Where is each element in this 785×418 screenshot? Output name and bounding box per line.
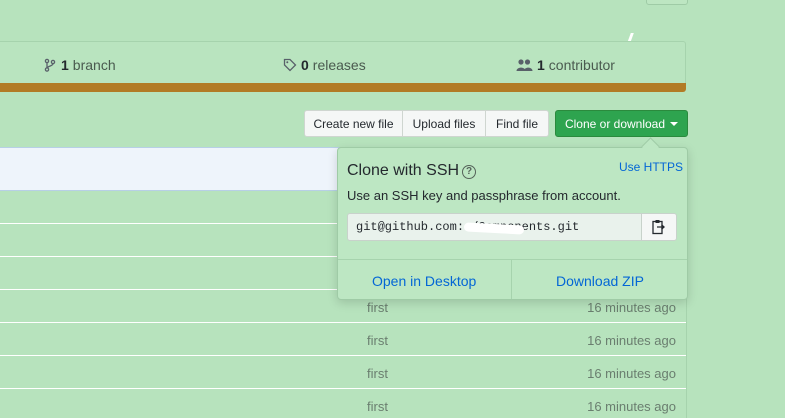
- copy-to-clipboard-button[interactable]: [641, 213, 677, 241]
- clone-description: Use an SSH key and passphrase from accou…: [347, 188, 621, 203]
- releases-stat[interactable]: 0 releases: [283, 57, 366, 73]
- open-in-desktop-link[interactable]: Open in Desktop: [372, 273, 476, 289]
- question-icon[interactable]: ?: [462, 165, 476, 179]
- branches-label: branch: [72, 57, 116, 73]
- tag-icon: [283, 58, 297, 72]
- commit-message[interactable]: first: [367, 300, 388, 315]
- repo-stats-bar: 1 branch 0 releases 1 contributor: [0, 41, 686, 84]
- clone-popover-title: Clone with SSH: [347, 162, 460, 179]
- branches-stat[interactable]: 1 branch: [43, 57, 116, 73]
- contributors-stat[interactable]: 1 contributor: [516, 57, 615, 73]
- clone-or-download-button[interactable]: Clone or download: [555, 110, 688, 137]
- use-https-link[interactable]: Use HTTPS: [619, 160, 683, 174]
- branches-count: 1: [61, 57, 69, 73]
- commit-message[interactable]: first: [367, 333, 388, 348]
- commit-header: [0, 147, 340, 191]
- popover-vertical-divider: [511, 260, 512, 299]
- find-file-button[interactable]: Find file: [485, 110, 549, 137]
- commit-age: 16 minutes ago: [587, 366, 676, 381]
- contributors-label: contributor: [548, 57, 615, 73]
- popover-divider: [338, 259, 687, 260]
- contributors-count: 1: [537, 57, 545, 73]
- branch-icon: [44, 58, 56, 72]
- people-icon: [516, 59, 533, 71]
- row-divider: [0, 322, 687, 323]
- partial-header-button[interactable]: [646, 0, 688, 5]
- clipboard-icon: [652, 220, 665, 235]
- create-new-file-button[interactable]: Create new file: [304, 110, 403, 137]
- commit-message[interactable]: first: [367, 399, 388, 414]
- commit-age: 16 minutes ago: [587, 333, 676, 348]
- row-divider: [0, 388, 687, 389]
- commit-age: 16 minutes ago: [587, 300, 676, 315]
- releases-count: 0: [301, 57, 309, 73]
- row-divider: [0, 355, 687, 356]
- commit-message[interactable]: first: [367, 366, 388, 381]
- commit-age: 16 minutes ago: [587, 399, 676, 414]
- language-bar[interactable]: [0, 83, 686, 92]
- clone-or-download-label: Clone or download: [564, 116, 666, 131]
- upload-files-button[interactable]: Upload files: [402, 110, 486, 137]
- caret-down-icon: [670, 121, 679, 126]
- releases-label: releases: [312, 57, 366, 73]
- download-zip-link[interactable]: Download ZIP: [556, 273, 644, 289]
